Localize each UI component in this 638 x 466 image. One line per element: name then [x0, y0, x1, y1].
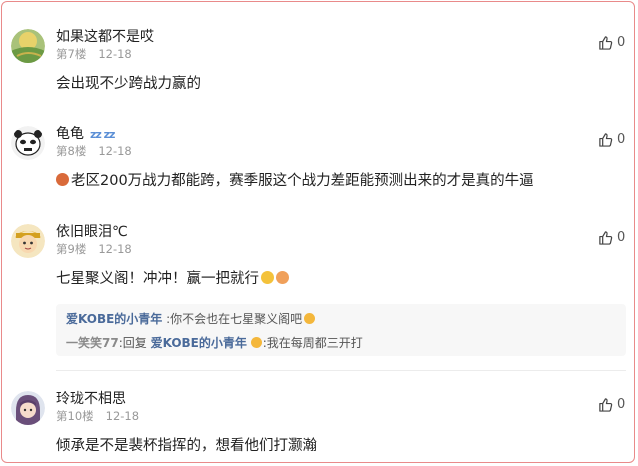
like-button[interactable]: 0	[598, 397, 625, 412]
reply-prefix: :回复	[118, 336, 151, 350]
thumbs-up-icon	[599, 133, 613, 147]
floor-number: 第7楼	[56, 47, 87, 61]
comment-meta: 第9楼 12-18	[56, 241, 132, 257]
comment-meta: 第10楼 12-18	[56, 408, 139, 424]
floor-number: 第10楼	[56, 409, 94, 423]
like-button[interactable]: 0	[598, 230, 625, 245]
comment-date: 12-18	[98, 144, 132, 158]
comment-text: 倾承是不是裴杯指挥的，想看他们打灏瀚	[56, 438, 317, 454]
floor-number: 第9楼	[56, 242, 87, 256]
like-count: 0	[617, 35, 626, 50]
username[interactable]: 如果这都不是哎	[56, 26, 154, 46]
thumbs-up-icon	[599, 231, 613, 245]
divider	[56, 370, 626, 371]
floor-number: 第8楼	[56, 144, 87, 158]
smile-emoji-icon	[250, 337, 262, 348]
reply-username[interactable]: 一笑笑77	[66, 336, 119, 350]
avatar[interactable]	[11, 224, 45, 258]
reply-text: :我在每周都三开打	[262, 336, 363, 350]
reply-username[interactable]: 爱KOBE的小青年	[66, 312, 162, 326]
like-button[interactable]: 0	[598, 132, 625, 147]
laughing-emoji-icon	[261, 271, 274, 284]
like-count: 0	[617, 230, 626, 245]
comment-text: 会出现不少跨战力赢的	[56, 76, 201, 92]
sleeping-icon: zz zz	[90, 128, 115, 141]
comment-text-body: 七星聚义阁！冲冲！赢一把就行	[56, 271, 259, 287]
like-button[interactable]: 0	[598, 35, 625, 50]
username[interactable]: 龟龟 zz zz	[56, 123, 115, 143]
comment-meta: 第7楼 12-18	[56, 46, 132, 62]
ball-emoji-icon	[56, 173, 69, 186]
comment-meta: 第8楼 12-18	[56, 143, 132, 159]
comment-text: 老区200万战力都能跨，赛季服这个战力差距能预测出来的才是真的牛逼	[56, 169, 534, 190]
avatar[interactable]	[11, 391, 45, 425]
comment-date: 12-18	[105, 409, 140, 423]
reply-item: 一笑笑77:回复 爱KOBE的小青年 :我在每周都三开打	[66, 334, 363, 351]
like-count: 0	[617, 132, 626, 147]
username[interactable]: 依旧眼泪℃	[56, 221, 128, 241]
comment-text: 七星聚义阁！冲冲！赢一把就行	[56, 267, 291, 288]
reply-target-username[interactable]: 爱KOBE的小青年	[151, 336, 247, 350]
comment-date: 12-18	[98, 47, 132, 61]
reply-text: :你不会也在七星聚义阁吧	[166, 312, 303, 326]
avatar[interactable]	[11, 126, 45, 160]
grinning-emoji-icon	[276, 271, 289, 284]
comment-text-body: 老区200万战力都能跨，赛季服这个战力差距能预测出来的才是真的牛逼	[71, 173, 534, 189]
thumbs-up-icon	[599, 398, 613, 412]
comment-list: 如果这都不是哎 第7楼 12-18 0 会出现不少跨战力赢的 龟龟 zz zz 第8…	[1, 1, 635, 463]
comment-date: 12-18	[98, 242, 132, 256]
reply-list: 爱KOBE的小青年 :你不会也在七星聚义阁吧 一笑笑77:回复 爱KOBE的小青…	[56, 304, 626, 356]
thumbs-up-icon	[599, 36, 613, 50]
reply-item: 爱KOBE的小青年 :你不会也在七星聚义阁吧	[66, 310, 316, 327]
smile-emoji-icon	[304, 313, 316, 324]
username-text: 龟龟	[56, 126, 84, 142]
username[interactable]: 玲珑不相思	[56, 388, 126, 408]
avatar[interactable]	[11, 29, 45, 63]
like-count: 0	[617, 397, 626, 412]
